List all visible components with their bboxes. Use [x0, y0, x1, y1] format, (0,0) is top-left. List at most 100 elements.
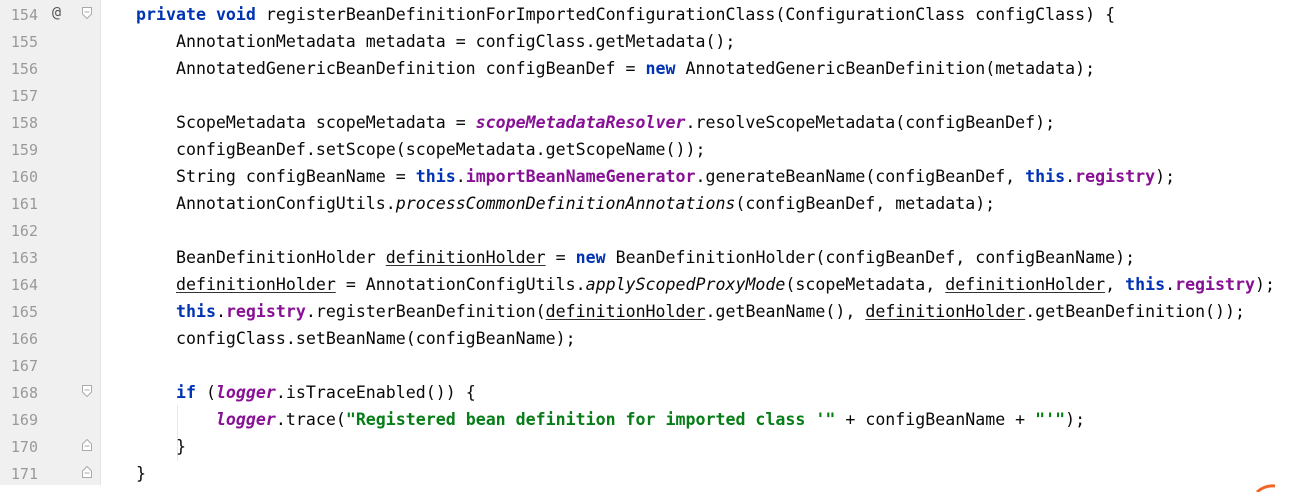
code-line[interactable]: 168 if (logger.isTraceEnabled()) { — [0, 378, 1295, 405]
code-token: ScopeMetadata scopeMetadata = — [136, 113, 476, 132]
line-number: 156 — [10, 60, 38, 78]
code-token: void — [215, 5, 256, 24]
code-text[interactable]: BeanDefinitionHolder definitionHolder = … — [136, 247, 1135, 269]
code-token: AnnotationMetadata metadata = configClas… — [136, 32, 736, 51]
code-line[interactable]: 156 AnnotatedGenericBeanDefinition confi… — [0, 54, 1295, 81]
code-token: definitionHolder — [945, 275, 1106, 294]
line-number: 164 — [10, 276, 38, 294]
code-token: } — [136, 464, 146, 483]
code-token: String configBeanName = — [136, 167, 416, 186]
code-token: private — [136, 5, 206, 24]
code-text[interactable]: ScopeMetadata scopeMetadata = scopeMetad… — [136, 112, 1055, 134]
code-token: logger — [215, 383, 276, 402]
line-number: 159 — [10, 141, 38, 159]
code-text[interactable]: AnnotationMetadata metadata = configClas… — [136, 31, 735, 53]
line-number: 169 — [10, 411, 38, 429]
code-token: ); — [1155, 167, 1176, 186]
code-token: .trace( — [275, 410, 346, 429]
code-token: . — [1065, 167, 1076, 186]
code-token: applyScopedProxyMode — [585, 275, 786, 294]
line-number: 170 — [10, 438, 38, 456]
code-token: registry — [1075, 167, 1156, 186]
code-editor[interactable]: 154 @ private void registerBeanDefinitionF… — [0, 0, 1295, 494]
code-token: . — [1165, 275, 1176, 294]
code-token: ( — [195, 383, 216, 402]
code-text[interactable]: String configBeanName = this.importBeanN… — [136, 166, 1175, 188]
code-text[interactable]: private void registerBeanDefinitionForIm… — [136, 4, 1115, 26]
line-number: 171 — [10, 465, 38, 483]
code-token: ); — [1255, 275, 1275, 294]
code-token: .resolveScopeMetadata(configBeanDef); — [685, 113, 1056, 132]
line-number: 168 — [10, 384, 38, 402]
code-line[interactable]: 164 definitionHolder = AnnotationConfigU… — [0, 270, 1295, 297]
code-line[interactable]: 165 this.registry.registerBeanDefinition… — [0, 297, 1295, 324]
line-number: 160 — [10, 168, 38, 186]
code-token: if — [175, 383, 196, 402]
code-line[interactable]: 169 logger.trace("Registered bean defini… — [0, 405, 1295, 432]
code-token: ); — [1065, 410, 1086, 429]
code-text[interactable]: configClass.setBeanName(configBeanName); — [136, 328, 576, 350]
code-token: definitionHolder — [385, 248, 546, 267]
fold-close-icon[interactable] — [82, 466, 92, 478]
line-number: 163 — [10, 249, 38, 267]
code-token: processCommonDefinitionAnnotations — [395, 194, 736, 213]
code-token: "Registered bean definition for imported… — [345, 410, 836, 429]
code-token: } — [136, 437, 186, 456]
code-token: registry — [1175, 275, 1256, 294]
line-number: 165 — [10, 303, 38, 321]
code-token: "'" — [1035, 410, 1066, 429]
line-number: 166 — [10, 330, 38, 348]
code-token: logger — [215, 410, 276, 429]
code-line[interactable]: 170 } — [0, 432, 1295, 459]
override-marker-icon[interactable]: @ — [52, 3, 61, 21]
code-line[interactable]: 160 String configBeanName = this.importB… — [0, 162, 1295, 189]
code-token: AnnotatedGenericBeanDefinition(metadata)… — [675, 59, 1096, 78]
code-text[interactable]: } — [136, 436, 186, 458]
code-token: configBeanDef.setScope(scopeMetadata.get… — [136, 140, 706, 159]
code-token: .isTraceEnabled()) { — [275, 383, 476, 402]
code-token: + configBeanName + — [835, 410, 1036, 429]
fold-close-icon[interactable] — [82, 439, 92, 451]
code-token: .getBeanName(), — [705, 302, 866, 321]
code-line[interactable]: 158 ScopeMetadata scopeMetadata = scopeM… — [0, 108, 1295, 135]
code-text[interactable]: logger.trace("Registered bean definition… — [136, 409, 1085, 431]
code-line[interactable]: 154 @ private void registerBeanDefinitionF… — [0, 0, 1295, 27]
code-text[interactable]: AnnotationConfigUtils.processCommonDefin… — [136, 193, 995, 215]
line-number: 157 — [10, 87, 38, 105]
code-text[interactable]: } — [136, 463, 146, 485]
code-token: , — [1105, 275, 1126, 294]
code-text[interactable]: this.registry.registerBeanDefinition(def… — [136, 301, 1245, 323]
code-text[interactable]: definitionHolder = AnnotationConfigUtils… — [136, 274, 1275, 296]
code-text[interactable]: configBeanDef.setScope(scopeMetadata.get… — [136, 139, 706, 161]
code-line[interactable]: 163 BeanDefinitionHolder definitionHolde… — [0, 243, 1295, 270]
code-token: (scopeMetadata, — [785, 275, 946, 294]
code-token: AnnotatedGenericBeanDefinition configBea… — [136, 59, 646, 78]
code-token: .registerBeanDefinition( — [305, 302, 546, 321]
code-token: = AnnotationConfigUtils. — [335, 275, 586, 294]
fold-open-icon[interactable] — [82, 385, 92, 397]
code-line[interactable]: 171} — [0, 459, 1295, 486]
code-text[interactable]: AnnotatedGenericBeanDefinition configBea… — [136, 58, 1095, 80]
code-token: = — [545, 248, 576, 267]
code-token: new — [645, 59, 676, 78]
line-number: 154 — [10, 6, 38, 24]
code-text[interactable]: if (logger.isTraceEnabled()) { — [136, 382, 476, 404]
code-token: this — [1025, 167, 1066, 186]
code-line[interactable]: 155 AnnotationMetadata metadata = config… — [0, 27, 1295, 54]
code-token: registerBeanDefinitionForImportedConfigu… — [255, 5, 1116, 24]
code-line[interactable]: 162 — [0, 216, 1295, 243]
code-token: . — [455, 167, 466, 186]
code-line[interactable]: 159 configBeanDef.setScope(scopeMetadata… — [0, 135, 1295, 162]
code-token: BeanDefinitionHolder — [136, 248, 386, 267]
code-line[interactable]: 157 — [0, 81, 1295, 108]
code-line[interactable]: 166 configClass.setBeanName(configBeanNa… — [0, 324, 1295, 351]
code-line[interactable]: 167 — [0, 351, 1295, 378]
fold-open-icon[interactable] — [82, 7, 92, 19]
code-line[interactable]: 161 AnnotationConfigUtils.processCommonD… — [0, 189, 1295, 216]
code-token: registry — [225, 302, 306, 321]
